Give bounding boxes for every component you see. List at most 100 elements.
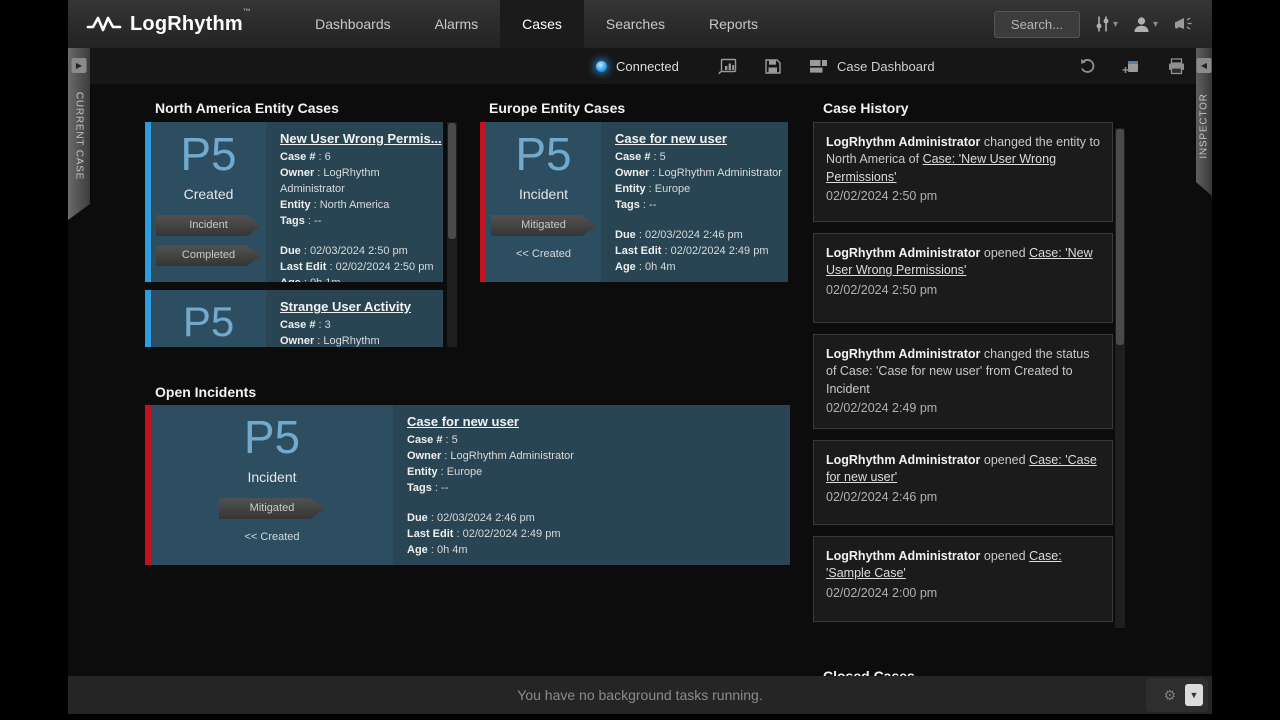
- sliders-icon: [1094, 15, 1111, 33]
- history-timestamp: 02/02/2024 2:49 pm: [826, 400, 1100, 417]
- case-history-scrollbar[interactable]: [1115, 128, 1125, 628]
- case-title-link[interactable]: Case for new user: [407, 414, 790, 429]
- nav-dashboards[interactable]: Dashboards: [293, 0, 413, 48]
- undo-reset-icon[interactable]: [1078, 57, 1096, 75]
- status-change-button-mitigated[interactable]: Mitigated: [219, 498, 325, 519]
- history-action: opened: [980, 453, 1029, 467]
- collapse-statusbar-button[interactable]: ▼: [1185, 684, 1203, 706]
- history-action: opened: [980, 246, 1029, 260]
- topnav-right-controls: Search... ▾: [994, 0, 1212, 48]
- actor-name: LogRhythm Administrator: [826, 347, 980, 361]
- case-title-link[interactable]: New User Wrong Permis...: [280, 131, 443, 146]
- connected-indicator-icon: [596, 61, 607, 72]
- revert-status-link[interactable]: << Created: [244, 531, 299, 543]
- megaphone-icon: [1172, 15, 1194, 33]
- triangle-down-icon: ▼: [1190, 690, 1199, 700]
- revert-status-link[interactable]: << Created: [516, 248, 571, 260]
- main-nav: Dashboards Alarms Cases Searches Reports: [293, 0, 780, 48]
- open-incident-card-case-for-new-user[interactable]: P5 Incident Mitigated << Created Case fo…: [145, 405, 790, 565]
- dashboard-toolbar: Connected: [68, 48, 1212, 84]
- dashboard-layout-icon: [809, 59, 828, 74]
- case-card-case-for-new-user[interactable]: P5 Incident Mitigated << Created Case fo…: [480, 122, 788, 282]
- toolbar-right-actions: [1078, 48, 1186, 84]
- actor-name: LogRhythm Administrator: [826, 135, 980, 149]
- current-case-tab-label: CURRENT CASE: [74, 92, 85, 180]
- statusbar-controls: ⚙ ▼: [1146, 678, 1208, 712]
- priority-label: P5: [180, 130, 236, 178]
- print-icon[interactable]: [1167, 58, 1186, 75]
- chevron-down-icon: ▾: [1153, 19, 1158, 30]
- background-tasks-message: You have no background tasks running.: [517, 687, 762, 703]
- expand-current-case-icon[interactable]: ▶: [72, 58, 87, 73]
- announcements-button[interactable]: [1172, 15, 1194, 33]
- settings-gear-icon[interactable]: ⚙: [1163, 687, 1176, 704]
- case-dashboard-selector[interactable]: Case Dashboard: [809, 59, 935, 74]
- inspector-tab-label: INSPECTOR: [1199, 93, 1210, 158]
- logrhythm-app-window: LogRhythm™ Dashboards Alarms Cases Searc…: [68, 0, 1212, 714]
- history-timestamp: 02/02/2024 2:50 pm: [826, 282, 1100, 299]
- scrollbar-thumb[interactable]: [448, 123, 456, 239]
- add-widget-chart-button[interactable]: [718, 58, 737, 75]
- connected-label: Connected: [616, 59, 679, 74]
- actor-name: LogRhythm Administrator: [826, 549, 980, 563]
- user-icon: [1132, 15, 1151, 34]
- case-last-edit: 02/02/2024 2:49 pm: [671, 245, 769, 257]
- case-last-edit: 02/02/2024 2:50 pm: [336, 261, 434, 273]
- case-last-edit: 02/02/2024 2:49 pm: [463, 528, 561, 540]
- history-action: opened: [980, 549, 1029, 563]
- case-card-left-pane: P5 Created Incident Completed: [151, 122, 266, 282]
- background-tasks-statusbar: You have no background tasks running. ⚙ …: [68, 676, 1212, 714]
- case-entity: Europe: [655, 183, 690, 195]
- user-menu-dropdown[interactable]: ▾: [1132, 15, 1158, 34]
- trademark-symbol: ™: [243, 7, 251, 16]
- expand-inspector-icon[interactable]: ◀: [1197, 58, 1212, 73]
- chevron-down-icon: ▾: [1113, 19, 1118, 30]
- case-title-link[interactable]: Case for new user: [615, 131, 788, 146]
- case-due: 02/03/2024 2:50 pm: [310, 245, 408, 257]
- brand-name: LogRhythm™: [130, 13, 251, 36]
- case-card-new-user-wrong-permissions[interactable]: P5 Created Incident Completed New User W…: [145, 122, 443, 282]
- nav-reports[interactable]: Reports: [687, 0, 780, 48]
- status-change-button-incident[interactable]: Incident: [156, 215, 262, 236]
- toolbar-left-actions: Case Dashboard: [718, 48, 935, 84]
- nav-searches[interactable]: Searches: [584, 0, 687, 48]
- current-case-tab[interactable]: ▶ CURRENT CASE: [68, 48, 90, 220]
- priority-label: P5: [183, 300, 234, 344]
- nav-alarms[interactable]: Alarms: [413, 0, 501, 48]
- case-card-left-pane: P5 Incident Mitigated << Created: [486, 122, 601, 282]
- status-change-button-completed[interactable]: Completed: [156, 245, 262, 266]
- case-card-details: Case for new user Case # : 5 Owner : Log…: [601, 122, 788, 282]
- case-card-details: Strange User Activity Case # : 3 Owner :…: [266, 290, 443, 347]
- connection-status: Connected: [596, 48, 679, 84]
- history-entry: LogRhythm Administrator changed the stat…: [813, 334, 1113, 429]
- case-number: 3: [325, 319, 331, 331]
- scrollbar-thumb[interactable]: [1116, 129, 1124, 345]
- inspector-tab[interactable]: ◀ INSPECTOR: [1196, 48, 1212, 196]
- top-navigation-bar: LogRhythm™ Dashboards Alarms Cases Searc…: [68, 0, 1212, 48]
- history-timestamp: 02/02/2024 2:46 pm: [826, 489, 1100, 506]
- priority-label: P5: [244, 413, 300, 461]
- screen: LogRhythm™ Dashboards Alarms Cases Searc…: [0, 0, 1280, 720]
- history-entry: LogRhythm Administrator opened Case: 'Ne…: [813, 233, 1113, 323]
- case-entity: North America: [320, 199, 390, 211]
- history-entry: LogRhythm Administrator opened Case: 'Sa…: [813, 536, 1113, 622]
- save-dashboard-button[interactable]: [764, 58, 782, 75]
- case-card-strange-user-activity[interactable]: P5 Strange User Activity Case # : 3 Owne…: [145, 290, 443, 347]
- open-incidents-section-title: Open Incidents: [155, 384, 256, 400]
- case-due: 02/03/2024 2:46 pm: [437, 512, 535, 524]
- search-button[interactable]: Search...: [994, 11, 1080, 38]
- case-status: Created: [184, 186, 234, 202]
- north-america-scrollbar[interactable]: [447, 122, 457, 347]
- case-title-link[interactable]: Strange User Activity: [280, 299, 443, 314]
- case-age: 0h 4m: [437, 544, 468, 556]
- case-tags: --: [314, 215, 321, 227]
- status-change-button-mitigated[interactable]: Mitigated: [491, 215, 597, 236]
- case-history-section-title: Case History: [823, 100, 909, 116]
- nav-cases[interactable]: Cases: [500, 0, 584, 48]
- history-entry: LogRhythm Administrator changed the enti…: [813, 122, 1113, 222]
- history-timestamp: 02/02/2024 2:00 pm: [826, 585, 1100, 602]
- history-entry: LogRhythm Administrator opened Case: 'Ca…: [813, 440, 1113, 525]
- filter-options-dropdown[interactable]: ▾: [1094, 15, 1118, 33]
- case-owner: LogRhythm Administrator: [450, 450, 574, 462]
- add-widget-icon[interactable]: [1122, 58, 1141, 75]
